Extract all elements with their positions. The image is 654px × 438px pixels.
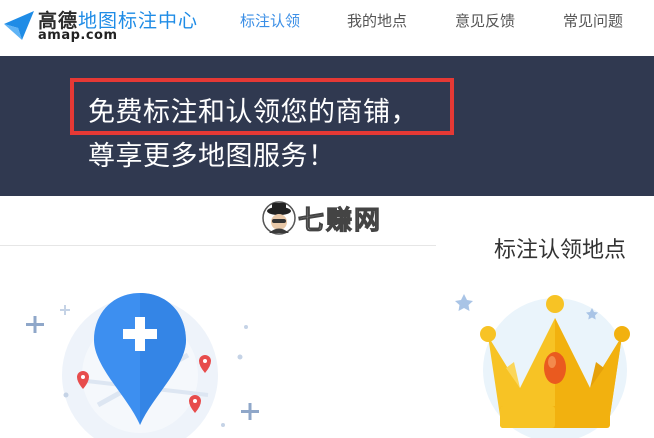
banner-subline: 尊享更多地图服务！ [88,141,336,172]
card-title: 标注认领地点 [494,238,627,263]
watermark-avatar-icon [262,201,296,235]
map-pin-illustration [26,293,259,438]
banner-headline: 免费标注和认领您的商铺， [88,97,418,128]
amap-logo-icon [4,11,34,40]
nav-item-faq[interactable]: 常见问题 [563,10,623,31]
nav-item-feedback[interactable]: 意见反馈 [455,10,515,31]
amap-logo[interactable]: 高德地图标注中心 amap.com [0,0,220,56]
brand-domain: amap.com [38,28,118,43]
nav-item-claim[interactable]: 标注认领 [240,10,300,31]
section-divider [0,245,436,246]
nav-item-my-places[interactable]: 我的地点 [347,10,407,31]
crown-illustration [455,294,630,438]
watermark-text: 七赚网 [297,206,383,237]
top-header: 高德地图标注中心 amap.com 标注认领 我的地点 意见反馈 常见问题 [0,0,654,56]
